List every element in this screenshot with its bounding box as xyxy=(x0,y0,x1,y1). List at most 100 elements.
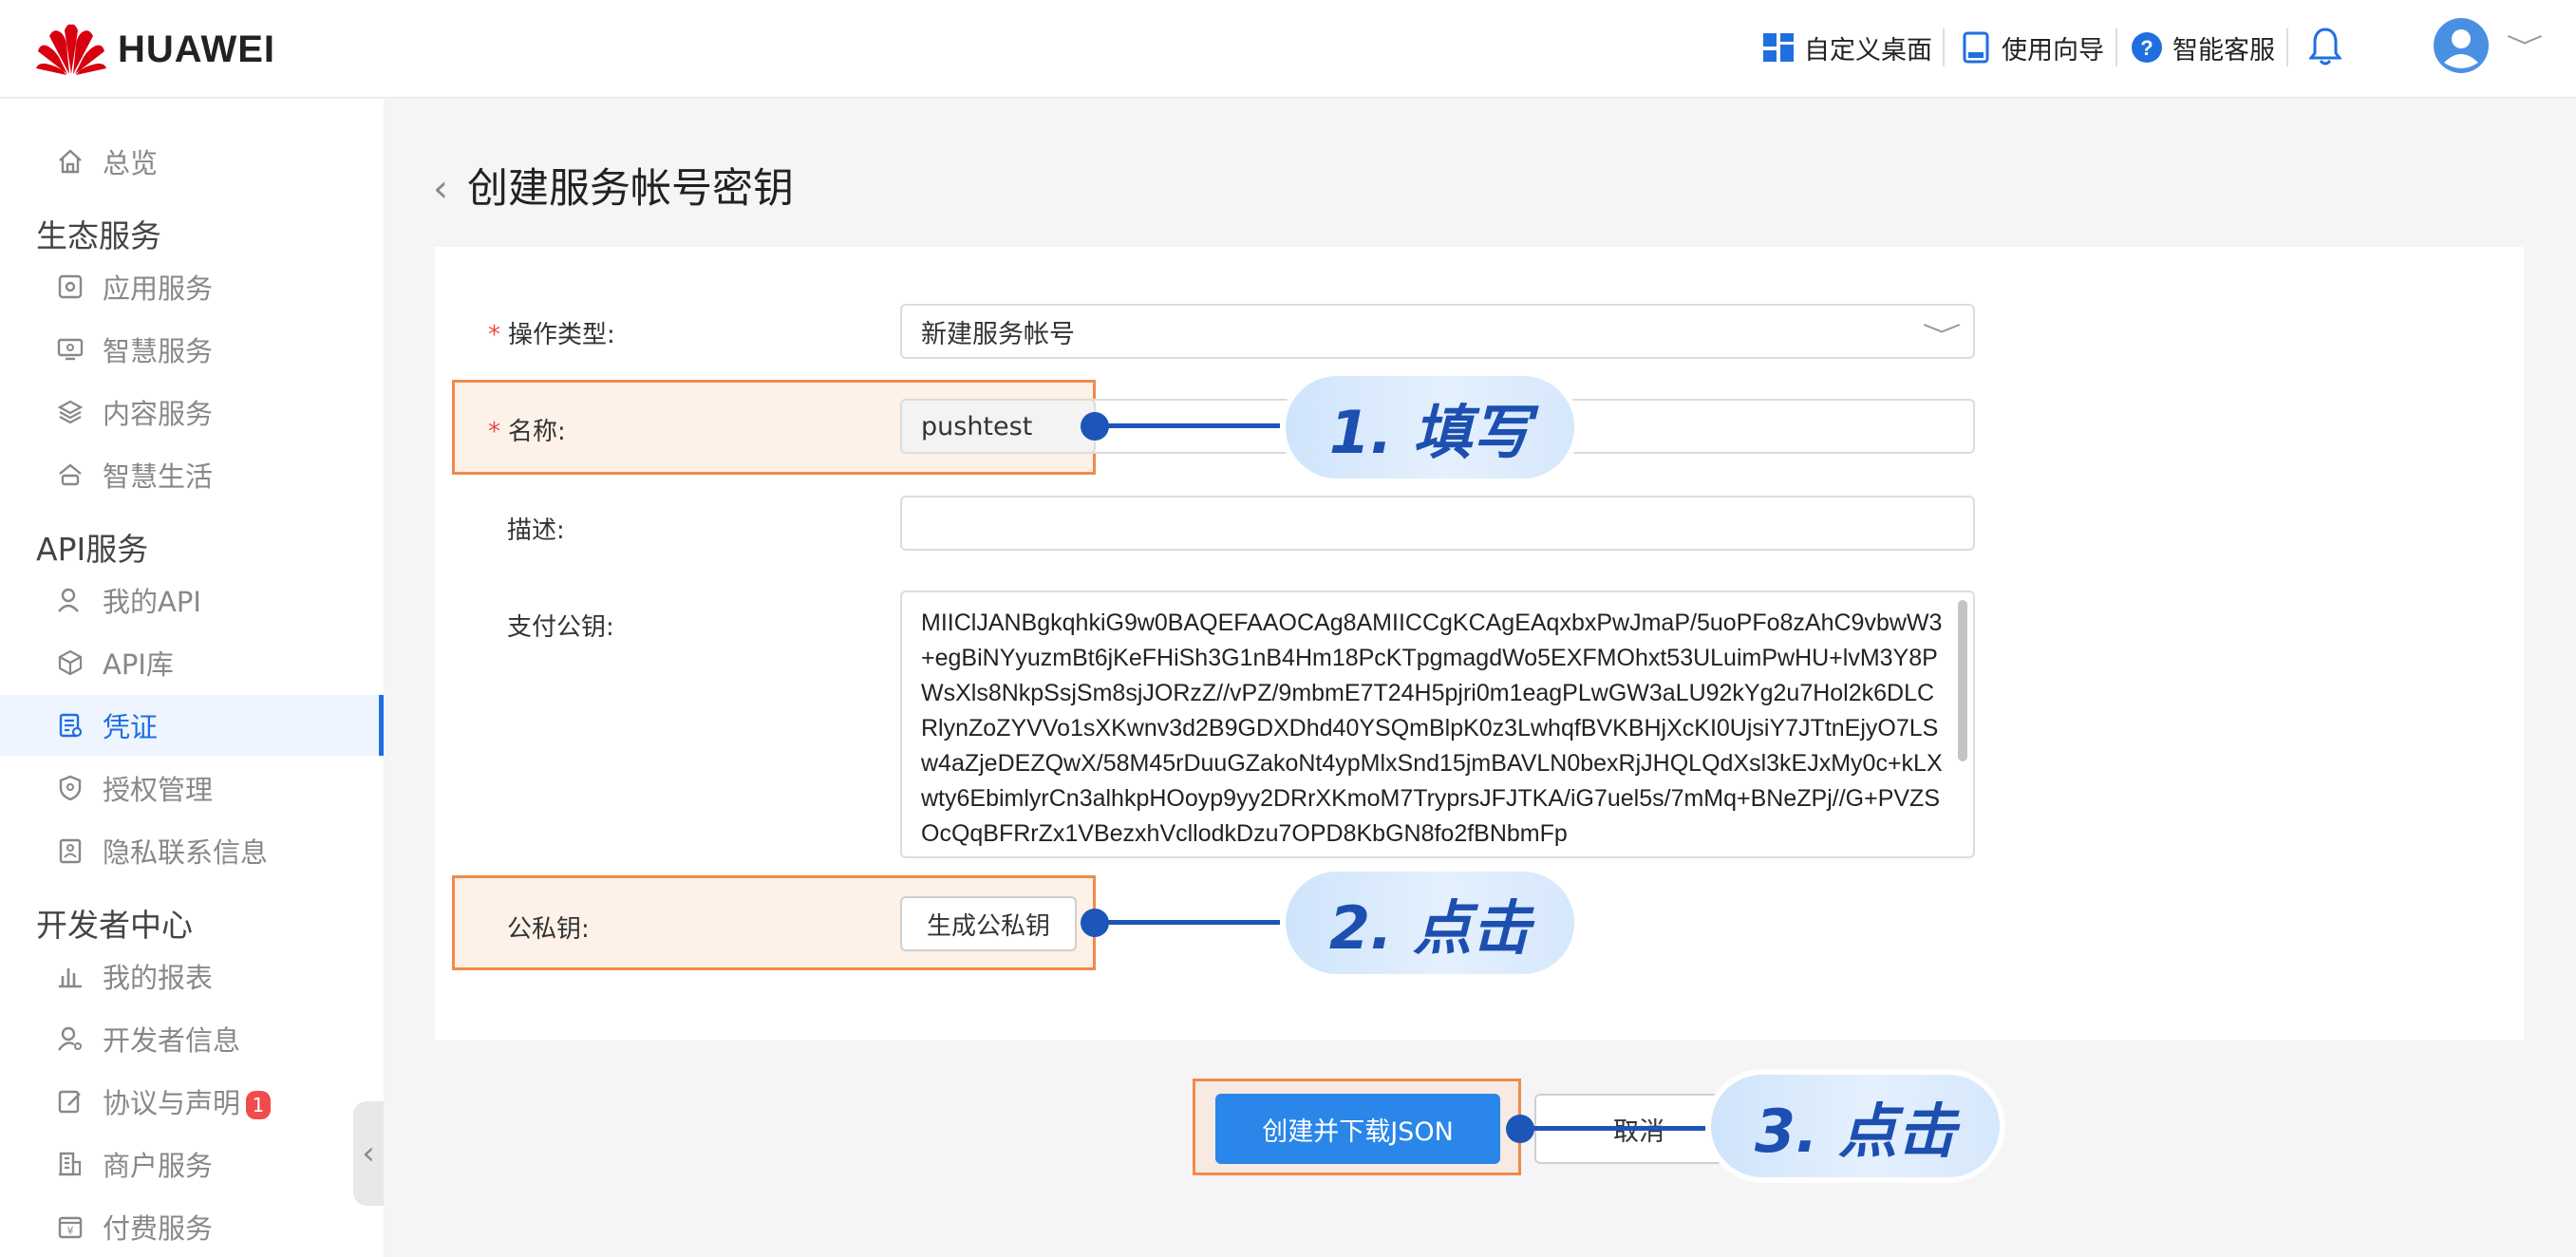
smart-support-link[interactable]: ? 智能客服 xyxy=(2131,28,2275,66)
sidebar-item-privacy-contact[interactable]: 隐私联系信息 xyxy=(0,820,384,881)
guide-icon xyxy=(1963,31,1989,64)
user-settings-icon xyxy=(58,1026,82,1051)
wallet-icon: ¥ xyxy=(58,1216,83,1239)
customize-desktop-label: 自定义桌面 xyxy=(1804,35,1932,66)
grid-icon xyxy=(1763,33,1794,62)
header-divider xyxy=(2115,28,2117,66)
chevron-left-icon: ‹ xyxy=(362,1135,375,1173)
sidebar-group-title: 开发者中心 xyxy=(36,907,193,944)
callout-connector xyxy=(1094,920,1280,925)
callout-connector xyxy=(1519,1126,1705,1131)
smart-home-icon xyxy=(59,463,82,486)
sidebar-item-label: 我的报表 xyxy=(103,962,214,994)
back-arrow-icon[interactable]: ‹ xyxy=(433,167,448,211)
chevron-down-icon: ﹀ xyxy=(1922,323,1962,351)
sidebar-item-label: 总览 xyxy=(103,147,159,179)
user-avatar[interactable] xyxy=(2433,17,2490,78)
callout-step-1: 1. 填写 xyxy=(1282,372,1578,482)
sidebar-group-title: 生态服务 xyxy=(36,217,161,254)
sidebar-item-label: API库 xyxy=(103,648,174,681)
op-type-select[interactable]: 新建服务帐号 ﹀ xyxy=(900,304,1975,359)
user-guide-label: 使用向导 xyxy=(2002,35,2104,66)
callout-dot xyxy=(1506,1115,1534,1143)
sidebar-item-api-library[interactable]: API库 xyxy=(0,632,384,693)
sidebar-item-label: 内容服务 xyxy=(103,398,214,430)
sidebar-group-title: API服务 xyxy=(36,531,149,568)
sidebar-item-overview[interactable]: 总览 xyxy=(0,131,384,192)
smart-support-label: 智能客服 xyxy=(2172,35,2275,66)
notification-button[interactable] xyxy=(2307,27,2343,70)
cube-icon xyxy=(58,649,83,676)
name-value: pushtest xyxy=(921,411,1033,441)
op-type-label: * 操作类型: xyxy=(488,315,615,350)
layers-icon xyxy=(57,400,84,424)
sidebar-item-label: 我的API xyxy=(103,586,201,618)
user-guide-link[interactable]: 使用向导 xyxy=(1960,28,2104,66)
callout-step-3: 3. 点击 xyxy=(1707,1071,2003,1181)
sidebar-item-label: 付费服务 xyxy=(103,1212,214,1245)
app-icon xyxy=(58,274,83,299)
sidebar-item-my-api[interactable]: 我的API xyxy=(0,570,384,630)
top-header: HUAWEI 自定义桌面 使用向导 ? 智能客服 ﹀ xyxy=(0,0,2576,98)
sidebar-item-credentials[interactable]: 凭证 xyxy=(0,695,384,756)
sidebar-item-label: 隐私联系信息 xyxy=(103,836,269,869)
sidebar-collapse-button[interactable]: ‹ xyxy=(353,1101,384,1206)
monitor-icon xyxy=(57,338,84,361)
callout-step-2: 2. 点击 xyxy=(1282,868,1578,978)
sidebar-item-label: 智慧生活 xyxy=(103,460,214,493)
name-input-highlighted[interactable]: pushtest xyxy=(900,399,1096,454)
logo-text: HUAWEI xyxy=(118,28,275,70)
generate-keypair-button[interactable]: 生成公私钥 xyxy=(900,896,1077,951)
huawei-logo[interactable]: HUAWEI xyxy=(36,21,275,78)
header-divider xyxy=(2286,28,2288,66)
sidebar-item-my-reports[interactable]: 我的报表 xyxy=(0,946,384,1006)
callout-dot xyxy=(1081,909,1109,937)
pay-key-textarea[interactable]: MIIClJANBgkqhkiG9w0BAQEFAAOCAg8AMIICCgKC… xyxy=(900,591,1975,858)
sidebar-item-label: 协议与声明 1 xyxy=(103,1081,272,1121)
scrollbar[interactable] xyxy=(1958,600,1967,761)
sidebar-item-label: 应用服务 xyxy=(103,272,214,305)
desc-label: 描述: xyxy=(507,516,565,545)
svg-text:¥: ¥ xyxy=(67,1225,74,1237)
callout-connector xyxy=(1094,423,1280,428)
chevron-down-icon[interactable]: ﹀ xyxy=(2506,28,2543,64)
credential-icon xyxy=(59,713,83,738)
sidebar-item-paid-services[interactable]: ¥ 付费服务 xyxy=(0,1196,384,1257)
page-title: 创建服务帐号密钥 xyxy=(467,165,794,213)
building-icon xyxy=(59,1152,82,1176)
sidebar-item-agreements[interactable]: 协议与声明 1 xyxy=(0,1071,384,1132)
huawei-flower-icon xyxy=(36,24,106,75)
sidebar-item-smart-life[interactable]: 智慧生活 xyxy=(0,444,384,505)
sidebar-item-smart-services[interactable]: 智慧服务 xyxy=(0,319,384,380)
edit-document-icon xyxy=(58,1090,81,1114)
sidebar-item-label: 凭证 xyxy=(103,711,159,743)
required-asterisk: * xyxy=(488,321,500,349)
bar-chart-icon xyxy=(59,968,82,988)
customize-desktop-link[interactable]: 自定义桌面 xyxy=(1762,28,1932,66)
keypair-label: 公私钥: xyxy=(507,915,590,944)
active-indicator xyxy=(379,695,384,756)
contact-card-icon xyxy=(59,838,82,864)
bell-icon xyxy=(2307,28,2343,66)
avatar-icon xyxy=(2434,18,2489,73)
sidebar-item-label: 开发者信息 xyxy=(103,1024,241,1057)
description-input[interactable] xyxy=(900,496,1975,551)
pay-key-value: MIIClJANBgkqhkiG9w0BAQEFAAOCAg8AMIICCgKC… xyxy=(921,610,1943,847)
sidebar: 总览 生态服务 应用服务 智慧服务 内容服务 智慧生活 API服务 我的API … xyxy=(0,99,384,1257)
pay-key-label: 支付公钥: xyxy=(507,613,614,642)
sidebar-item-app-services[interactable]: 应用服务 xyxy=(0,256,384,317)
home-icon xyxy=(59,149,82,174)
sidebar-item-merchant[interactable]: 商户服务 xyxy=(0,1134,384,1194)
sidebar-item-label: 授权管理 xyxy=(103,774,214,806)
user-icon xyxy=(58,588,79,612)
agreements-label-text: 协议与声明 xyxy=(103,1087,241,1119)
name-label: * 名称: xyxy=(488,412,566,447)
sidebar-item-developer-info[interactable]: 开发者信息 xyxy=(0,1008,384,1069)
notification-badge: 1 xyxy=(246,1091,272,1119)
sidebar-item-label: 商户服务 xyxy=(103,1150,214,1182)
create-download-json-button[interactable]: 创建并下载JSON xyxy=(1215,1094,1500,1164)
sidebar-item-authorization[interactable]: 授权管理 xyxy=(0,758,384,818)
svg-text:?: ? xyxy=(2140,36,2153,60)
sidebar-item-content-services[interactable]: 内容服务 xyxy=(0,382,384,442)
name-label-text: 名称: xyxy=(508,418,566,446)
